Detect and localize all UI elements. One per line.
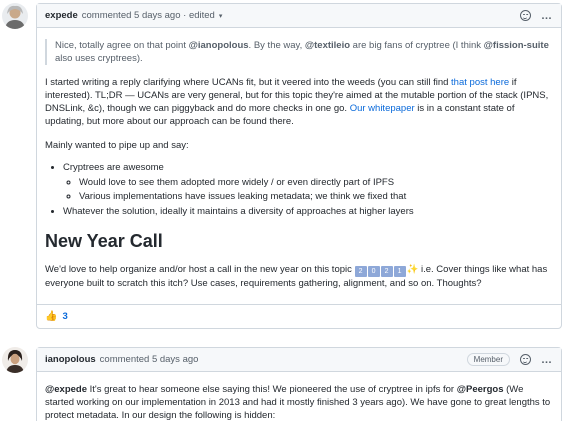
comment-author-link[interactable]: expede bbox=[45, 10, 78, 21]
add-reaction-icon[interactable] bbox=[520, 10, 531, 21]
mention-ianopolous[interactable]: @ianopolous bbox=[189, 40, 249, 51]
bullet-list: Cryptrees are awesome Would love to see … bbox=[45, 161, 553, 219]
paragraph: Mainly wanted to pipe up and say: bbox=[45, 140, 189, 151]
comment-header: ianopolous commented 5 days ago Member … bbox=[37, 348, 561, 372]
keycap-0-icon: 0 bbox=[367, 266, 380, 277]
thumbs-up-icon: 👍 bbox=[45, 311, 58, 322]
mention-fission-suite[interactable]: @fission-suite bbox=[484, 40, 549, 51]
comment-timestamp[interactable]: commented 5 days ago bbox=[100, 354, 199, 365]
reaction-count: 3 bbox=[62, 311, 68, 322]
list-item: Various implementations have issues leak… bbox=[79, 190, 553, 205]
comment-timestamp[interactable]: commented 5 days ago · edited bbox=[82, 10, 215, 21]
avatar[interactable] bbox=[2, 3, 28, 29]
keycap-2-icon: 2 bbox=[354, 266, 367, 277]
member-badge: Member bbox=[466, 353, 510, 366]
avatar[interactable] bbox=[2, 347, 28, 373]
avatar-image bbox=[2, 3, 28, 29]
comment-expede: expede commented 5 days ago · edited ▾ …… bbox=[36, 3, 562, 329]
blockquote: Nice, totally agree on that point @ianop… bbox=[45, 39, 553, 65]
mention-expede[interactable]: @expede bbox=[45, 384, 87, 395]
mention-textileio[interactable]: @textileio bbox=[305, 40, 350, 51]
avatar-image bbox=[2, 347, 28, 373]
comment-body: @expede It's great to hear someone else … bbox=[37, 383, 561, 421]
list-item: Cryptrees are awesome Would love to see … bbox=[63, 161, 553, 205]
sparkles-icon: ✨ bbox=[406, 264, 419, 275]
more-options-icon[interactable]: … bbox=[541, 10, 553, 22]
list-item: Whatever the solution, ideally it mainta… bbox=[63, 205, 553, 220]
comment-author-link[interactable]: ianopolous bbox=[45, 354, 96, 365]
comment-ianopolous: ianopolous commented 5 days ago Member …… bbox=[36, 347, 562, 421]
edit-history-caret-icon[interactable]: ▾ bbox=[219, 12, 223, 20]
reactions-bar: 👍 3 bbox=[37, 304, 561, 328]
section-heading: New Year Call bbox=[45, 231, 163, 251]
that-post-here-link[interactable]: that post here bbox=[451, 77, 509, 88]
comment-header: expede commented 5 days ago · edited ▾ … bbox=[37, 4, 561, 28]
mention-peergos[interactable]: @Peergos bbox=[457, 384, 504, 395]
list-item: Would love to see them adopted more wide… bbox=[79, 176, 553, 191]
paragraph: We'd love to help organize and/or host a… bbox=[45, 264, 548, 289]
comment-body: Nice, totally agree on that point @ianop… bbox=[37, 39, 561, 290]
paragraph: I started writing a reply clarifying whe… bbox=[45, 77, 549, 127]
nested-list: Would love to see them adopted more wide… bbox=[63, 176, 553, 205]
add-reaction-icon[interactable] bbox=[520, 354, 531, 365]
keycap-1-icon: 1 bbox=[393, 266, 406, 277]
whitepaper-link[interactable]: Our whitepaper bbox=[350, 103, 415, 114]
paragraph: @expede It's great to hear someone else … bbox=[45, 384, 551, 421]
more-options-icon[interactable]: … bbox=[541, 354, 553, 366]
keycap-2-icon: 2 bbox=[380, 266, 393, 277]
thumbs-up-reaction-button[interactable]: 👍 3 bbox=[45, 311, 68, 322]
